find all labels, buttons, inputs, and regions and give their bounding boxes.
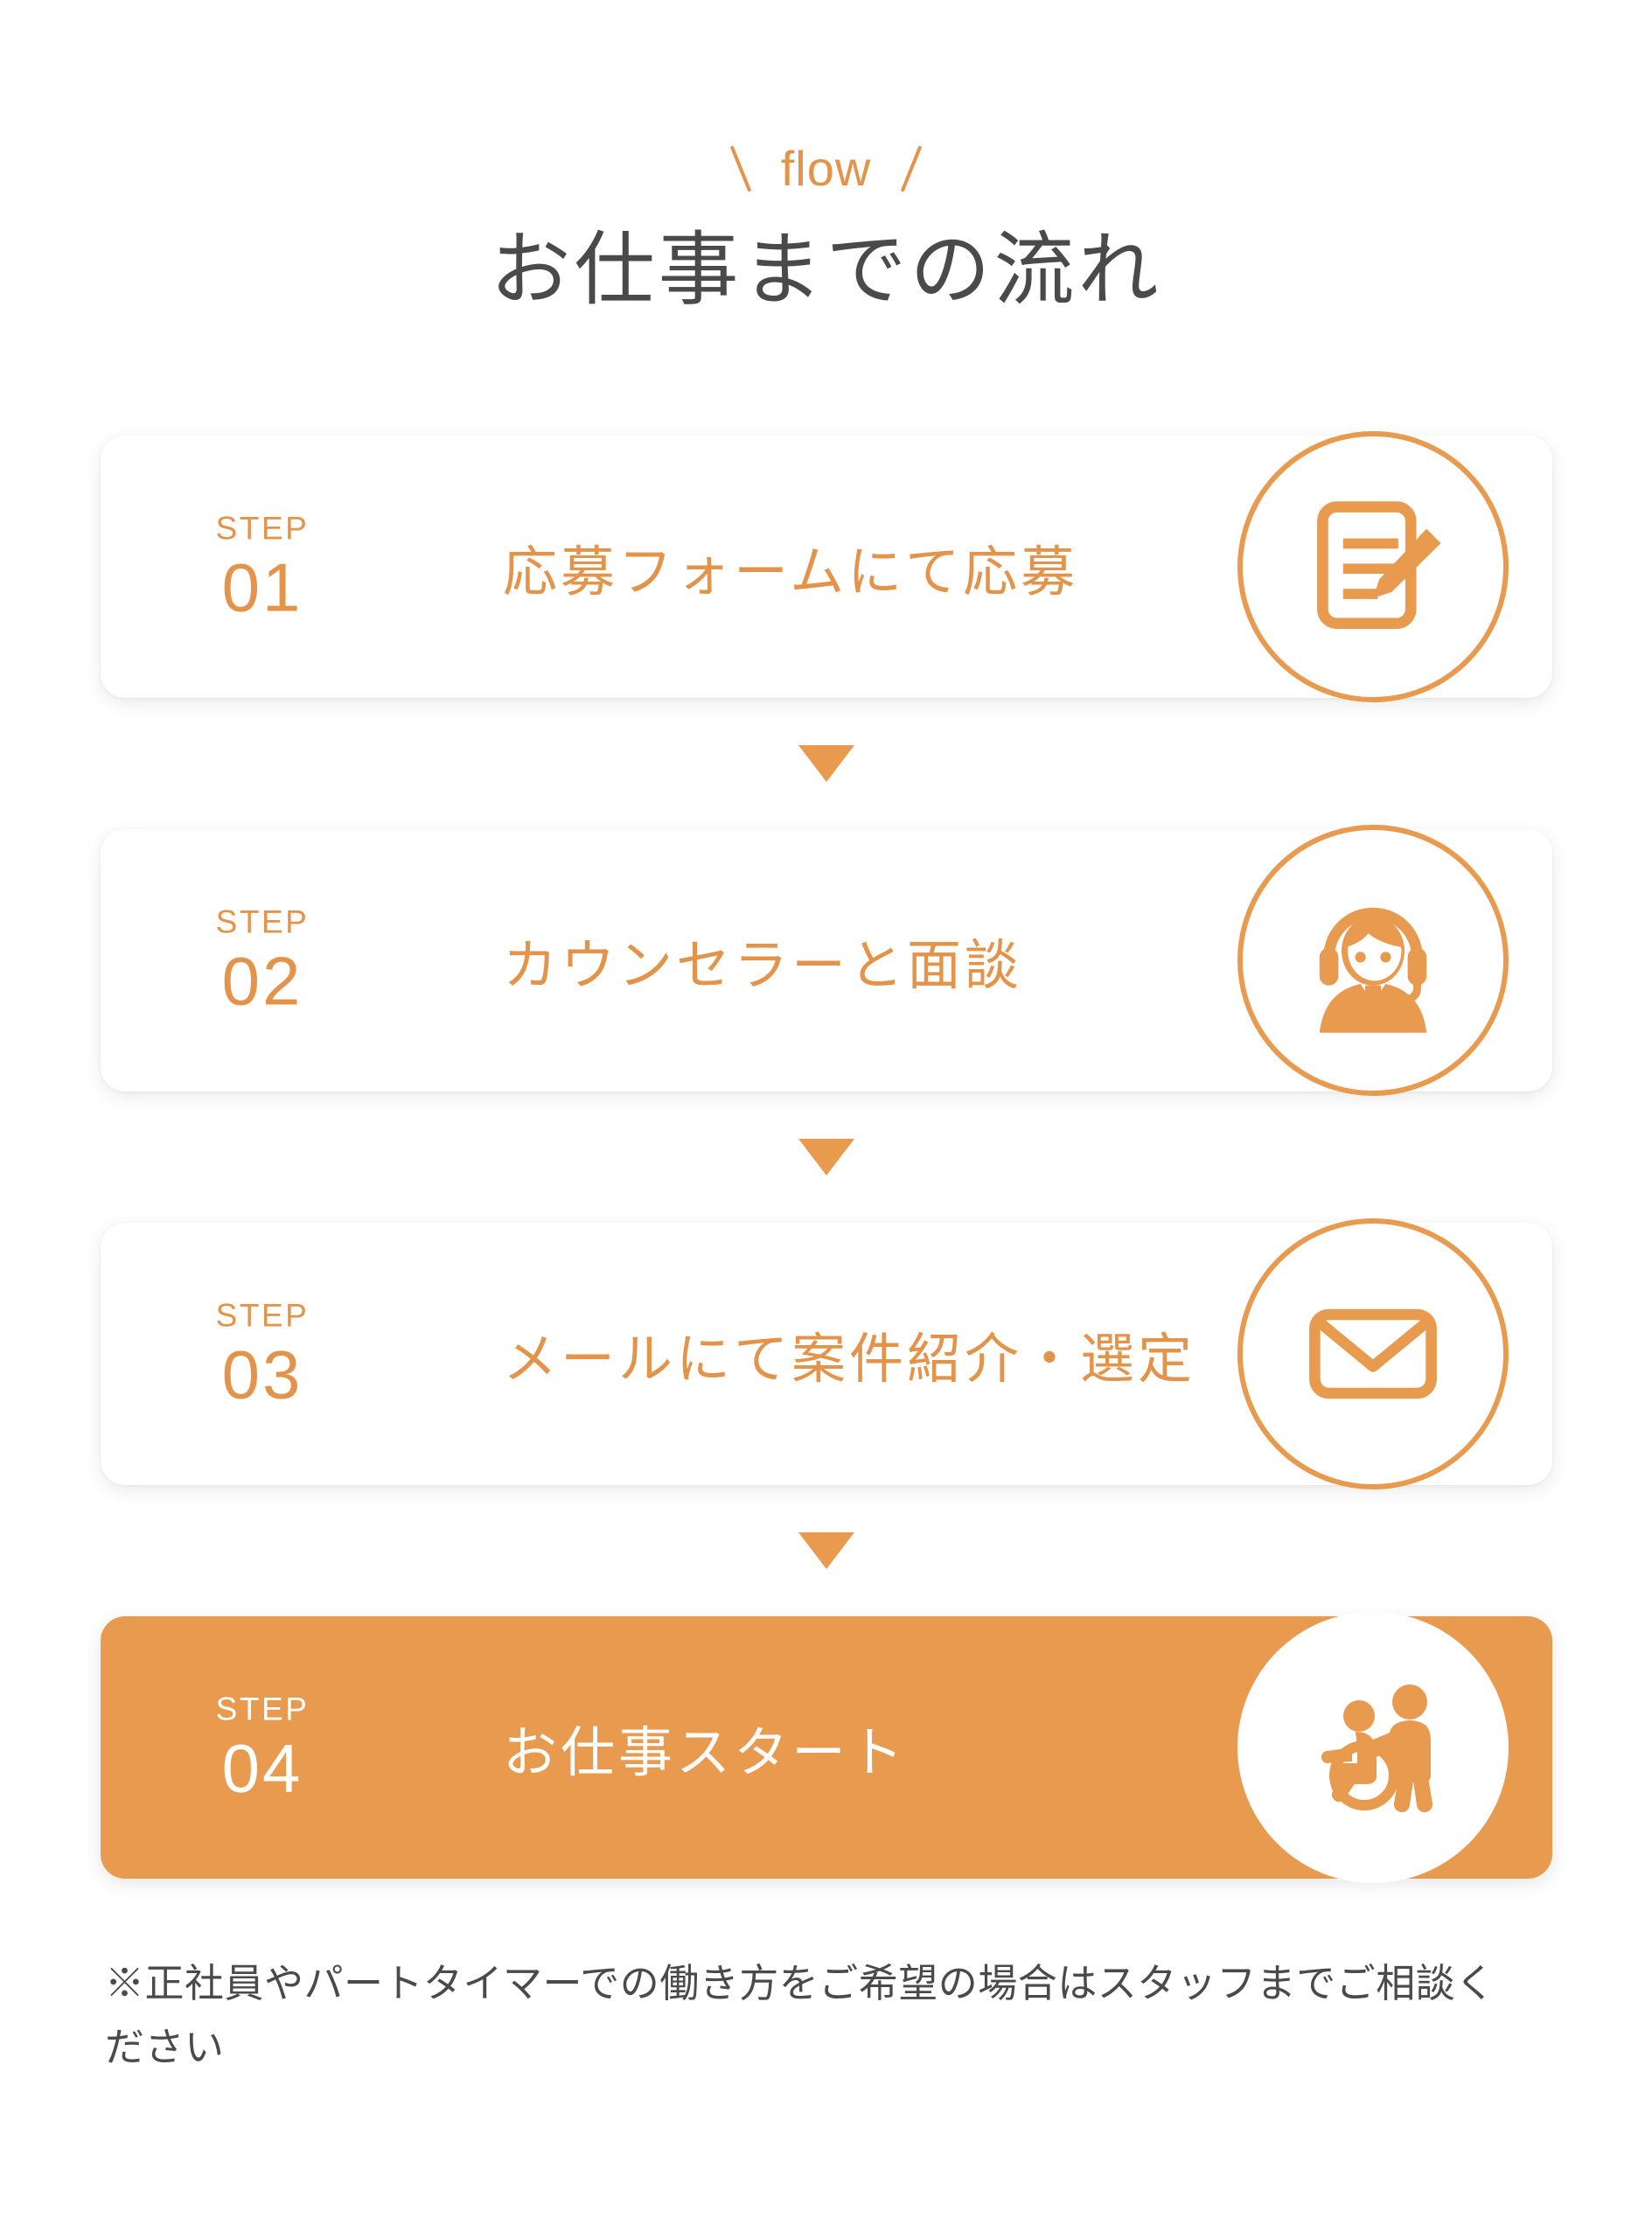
step-icon-circle-03 [1237, 1218, 1509, 1489]
step-number-01: 01 [221, 548, 303, 626]
step-icon-circle-02 [1237, 825, 1509, 1096]
step-title-03: メールにて案件紹介・選定 [503, 1329, 1196, 1390]
triangle-down-icon [798, 1532, 854, 1569]
connector-02-03 [101, 1092, 1552, 1223]
wheelchair-assist-icon [1286, 1660, 1460, 1835]
section-header: flow お仕事までの流れ [0, 144, 1652, 318]
step-icon-circle-01 [1237, 431, 1509, 702]
steps-list: STEP 01 応募フォームにて応募 STEP 02 カウンセラーと面談 STE… [101, 431, 1552, 1883]
eyebrow-text: flow [780, 141, 872, 196]
connector-01-02 [101, 698, 1552, 829]
connector-03-04 [101, 1485, 1552, 1616]
slash-right-icon [900, 145, 923, 192]
page-title: お仕事までの流れ [490, 226, 1162, 315]
step-title-02: カウンセラーと面談 [503, 936, 1023, 996]
step-card-03[interactable]: STEP 03 メールにて案件紹介・選定 [101, 1218, 1552, 1489]
step-word-02: STEP [215, 903, 310, 940]
step-badge-02: STEP 02 [197, 906, 328, 1015]
triangle-down-icon [798, 745, 854, 782]
step-icon-circle-04 [1237, 1612, 1509, 1883]
eyebrow-label: flow [729, 141, 923, 196]
step-title-01: 応募フォームにて応募 [503, 542, 1079, 603]
step-title-04: お仕事スタート [503, 1723, 908, 1783]
step-number-04: 04 [221, 1729, 303, 1807]
footnote-text: ※正社員やパートタイマーでの働き方をご希望の場合はスタッフまでご相談ください [105, 1961, 1495, 2069]
step-card-02[interactable]: STEP 02 カウンセラーと面談 [101, 825, 1552, 1096]
document-pencil-icon [1294, 488, 1452, 645]
step-badge-03: STEP 03 [197, 1300, 328, 1409]
step-card-01[interactable]: STEP 01 応募フォームにて応募 [101, 431, 1552, 702]
triangle-down-icon [798, 1139, 854, 1175]
step-number-02: 02 [221, 942, 303, 1020]
headset-operator-icon [1294, 882, 1452, 1039]
step-card-04[interactable]: STEP 04 お仕事スタート [101, 1612, 1552, 1883]
step-word-04: STEP [215, 1691, 310, 1727]
slash-left-icon [729, 145, 752, 192]
envelope-icon [1294, 1275, 1452, 1433]
flow-section: flow お仕事までの流れ STEP 01 応募フォームにて応募 STEP 02… [0, 0, 1652, 2239]
step-word-03: STEP [215, 1297, 310, 1334]
step-badge-04: STEP 04 [197, 1693, 328, 1803]
step-badge-01: STEP 01 [197, 513, 328, 622]
step-number-03: 03 [221, 1336, 303, 1413]
step-word-01: STEP [215, 510, 310, 547]
